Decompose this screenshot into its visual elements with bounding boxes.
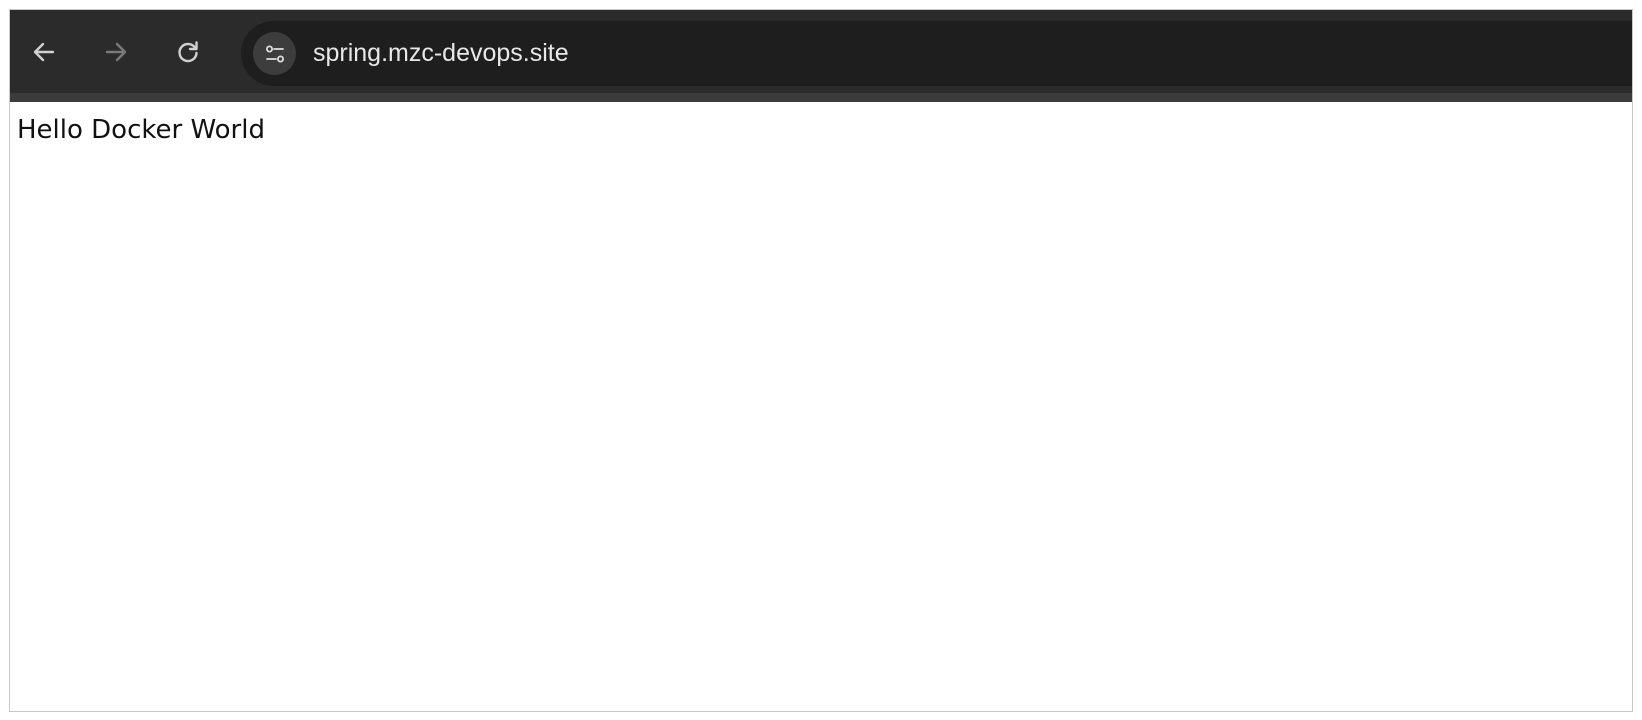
address-bar[interactable]: spring.mzc-devops.site: [241, 21, 1632, 86]
page-body-text: Hello Docker World: [17, 115, 265, 145]
back-button[interactable]: [24, 32, 64, 72]
reload-icon: [178, 41, 198, 63]
arrow-right-icon: [105, 42, 127, 62]
tune-icon: [265, 45, 284, 62]
browser-toolbar: spring.mzc-devops.site: [10, 10, 1632, 102]
forward-button[interactable]: [96, 32, 136, 72]
page-content: Hello Docker World: [10, 102, 1632, 711]
reload-button[interactable]: [168, 32, 208, 72]
site-info-button[interactable]: [253, 32, 296, 75]
browser-window: spring.mzc-devops.site Hello Docker Worl…: [9, 9, 1633, 712]
arrow-left-icon: [33, 42, 55, 62]
url-text[interactable]: spring.mzc-devops.site: [313, 21, 569, 86]
